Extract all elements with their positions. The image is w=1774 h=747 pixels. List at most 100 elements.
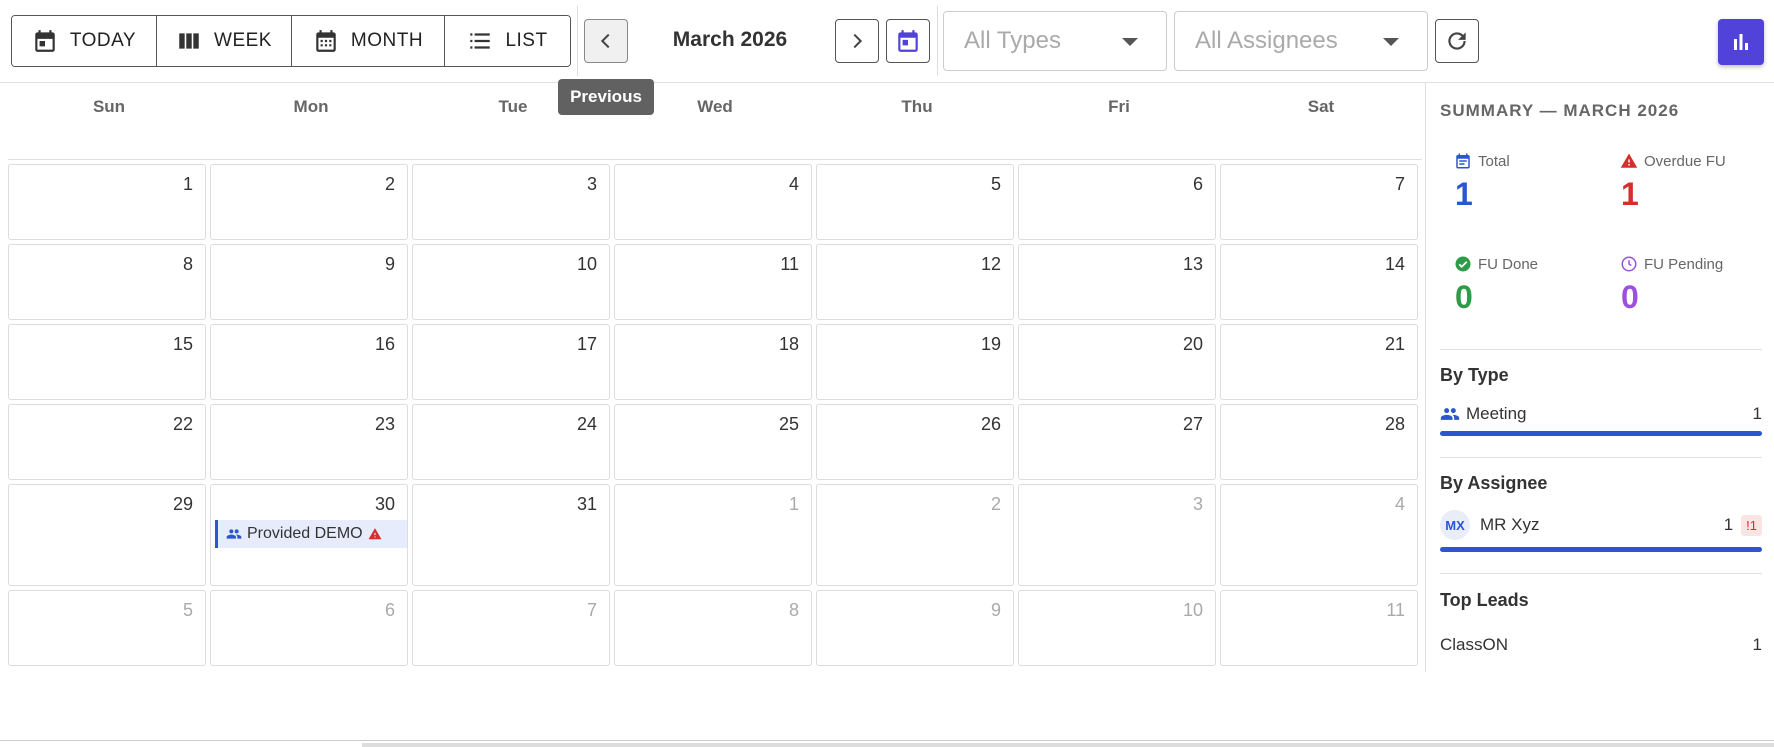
day-cell[interactable]: 11 bbox=[1220, 590, 1418, 666]
week-columns-icon bbox=[179, 33, 199, 49]
day-number: 5 bbox=[990, 174, 1001, 194]
stat-overdue-value: 1 bbox=[1621, 176, 1639, 212]
type-filter-select[interactable]: All Types bbox=[943, 11, 1167, 71]
horizontal-scrollbar[interactable] bbox=[362, 743, 1774, 747]
assignee-row[interactable]: MX MR Xyz 1 !1 bbox=[1440, 510, 1762, 540]
day-cell[interactable]: 19 bbox=[816, 324, 1014, 400]
assignee-filter-select[interactable]: All Assignees bbox=[1174, 11, 1428, 71]
type-row-meeting[interactable]: Meeting 1 bbox=[1440, 404, 1762, 424]
lead-row[interactable]: ClassON 1 bbox=[1440, 635, 1762, 655]
day-cell[interactable]: 22 bbox=[8, 404, 206, 480]
calendar-month-icon bbox=[316, 30, 336, 52]
day-cell[interactable]: 24 bbox=[412, 404, 610, 480]
day-cell[interactable]: 28 bbox=[1220, 404, 1418, 480]
day-cell[interactable]: 8 bbox=[614, 590, 812, 666]
type-share-bar bbox=[1440, 431, 1762, 436]
day-number: 14 bbox=[1384, 254, 1405, 274]
day-cell[interactable]: 30 Provided DEMO bbox=[210, 484, 408, 586]
day-cell[interactable]: 31 bbox=[412, 484, 610, 586]
day-number: 31 bbox=[576, 494, 597, 514]
stat-done: FU Done 0 bbox=[1454, 255, 1604, 316]
stat-total-label: Total bbox=[1478, 152, 1510, 170]
bar-chart-icon bbox=[1734, 34, 1748, 50]
day-cell[interactable]: 10 bbox=[1018, 590, 1216, 666]
day-cell[interactable]: 13 bbox=[1018, 244, 1216, 320]
day-number: 9 bbox=[384, 254, 395, 274]
refresh-button[interactable] bbox=[1435, 19, 1479, 63]
today-button[interactable]: TODAY bbox=[12, 16, 157, 66]
week-button[interactable]: WEEK bbox=[157, 16, 292, 66]
day-cell[interactable]: 14 bbox=[1220, 244, 1418, 320]
day-cell[interactable]: 20 bbox=[1018, 324, 1216, 400]
day-number: 26 bbox=[980, 414, 1001, 434]
toolbar-divider bbox=[937, 6, 938, 76]
day-number: 22 bbox=[172, 414, 193, 434]
day-number: 2 bbox=[384, 174, 395, 194]
lead-count: 1 bbox=[1752, 635, 1762, 654]
day-cell[interactable]: 7 bbox=[1220, 164, 1418, 240]
day-cell[interactable]: 6 bbox=[210, 590, 408, 666]
type-label: Meeting bbox=[1466, 404, 1527, 423]
day-cell[interactable]: 21 bbox=[1220, 324, 1418, 400]
day-number: 2 bbox=[990, 494, 1001, 514]
day-cell[interactable]: 9 bbox=[816, 590, 1014, 666]
toolbar-divider bbox=[577, 6, 578, 76]
day-cell[interactable]: 18 bbox=[614, 324, 812, 400]
day-cell[interactable]: 9 bbox=[210, 244, 408, 320]
day-number: 12 bbox=[980, 254, 1001, 274]
day-number: 24 bbox=[576, 414, 597, 434]
day-number: 3 bbox=[586, 174, 597, 194]
day-number: 21 bbox=[1384, 334, 1405, 354]
day-cell[interactable]: 23 bbox=[210, 404, 408, 480]
day-number: 4 bbox=[1394, 494, 1405, 514]
stat-done-value: 0 bbox=[1455, 279, 1473, 315]
stat-pending: FU Pending 0 bbox=[1620, 255, 1770, 316]
day-cell[interactable]: 12 bbox=[816, 244, 1014, 320]
day-cell[interactable]: 7 bbox=[412, 590, 610, 666]
toolbar: TODAY WEEK MONTH LIST March 2026 All Typ… bbox=[0, 0, 1774, 82]
divider bbox=[1440, 349, 1762, 350]
day-cell[interactable]: 8 bbox=[8, 244, 206, 320]
refresh-icon bbox=[1448, 32, 1466, 50]
weekday-thu: Thu bbox=[901, 97, 933, 116]
day-cell[interactable]: 5 bbox=[816, 164, 1014, 240]
day-cell[interactable]: 10 bbox=[412, 244, 610, 320]
day-cell[interactable]: 15 bbox=[8, 324, 206, 400]
day-cell[interactable]: 3 bbox=[412, 164, 610, 240]
clock-icon bbox=[1621, 256, 1637, 272]
stat-pending-label: FU Pending bbox=[1644, 255, 1724, 273]
month-label: MONTH bbox=[350, 30, 424, 51]
day-cell[interactable]: 29 bbox=[8, 484, 206, 586]
day-cell[interactable]: 27 bbox=[1018, 404, 1216, 480]
day-cell[interactable]: 1 bbox=[614, 484, 812, 586]
calendar-event[interactable]: Provided DEMO bbox=[215, 520, 407, 548]
group-icon bbox=[1440, 408, 1460, 420]
group-icon bbox=[226, 529, 242, 539]
day-cell[interactable]: 25 bbox=[614, 404, 812, 480]
month-button[interactable]: MONTH bbox=[292, 16, 445, 66]
day-cell[interactable]: 4 bbox=[1220, 484, 1418, 586]
assignee-name: MR Xyz bbox=[1480, 515, 1540, 534]
day-number: 20 bbox=[1182, 334, 1203, 354]
day-cell[interactable]: 26 bbox=[816, 404, 1014, 480]
day-number: 29 bbox=[172, 494, 193, 514]
previous-month-button[interactable] bbox=[584, 19, 628, 63]
stat-overdue: Overdue FU 1 bbox=[1620, 152, 1770, 213]
next-month-button[interactable] bbox=[835, 19, 879, 63]
date-picker-button[interactable] bbox=[886, 19, 930, 63]
day-cell[interactable]: 3 bbox=[1018, 484, 1216, 586]
day-cell[interactable]: 1 bbox=[8, 164, 206, 240]
day-cell[interactable]: 4 bbox=[614, 164, 812, 240]
day-cell[interactable]: 11 bbox=[614, 244, 812, 320]
check-circle-icon bbox=[1455, 256, 1471, 272]
day-number: 7 bbox=[586, 600, 597, 620]
day-cell[interactable]: 5 bbox=[8, 590, 206, 666]
day-cell[interactable]: 16 bbox=[210, 324, 408, 400]
day-cell[interactable]: 17 bbox=[412, 324, 610, 400]
day-cell[interactable]: 2 bbox=[816, 484, 1014, 586]
divider bbox=[1440, 457, 1762, 458]
day-cell[interactable]: 6 bbox=[1018, 164, 1216, 240]
summary-toggle-button[interactable] bbox=[1718, 19, 1764, 65]
list-button[interactable]: LIST bbox=[445, 16, 570, 66]
day-cell[interactable]: 2 bbox=[210, 164, 408, 240]
